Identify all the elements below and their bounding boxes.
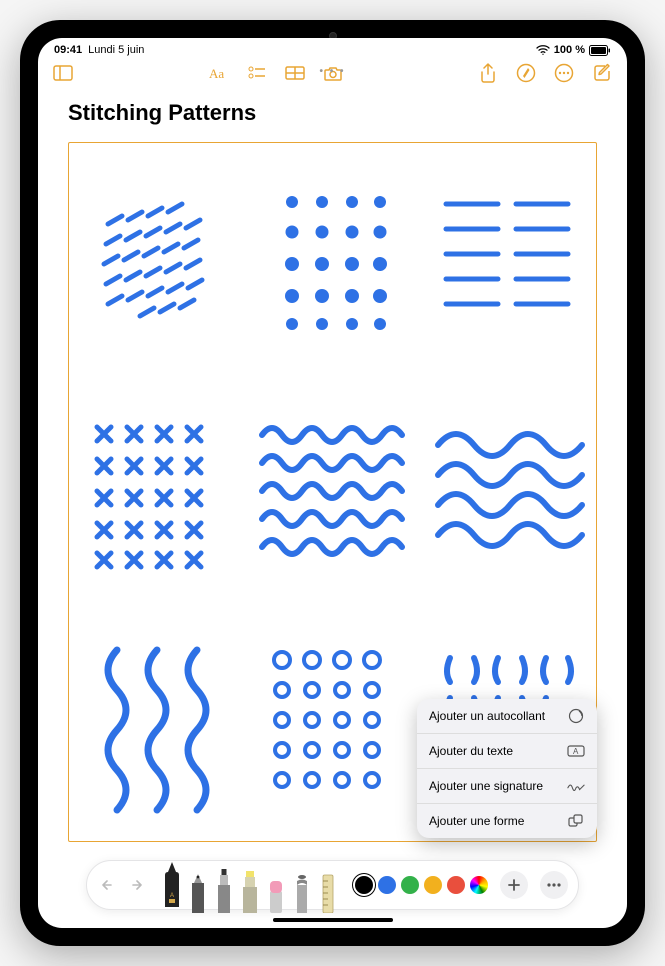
status-bar: 09:41 Lundi 5 juin • • • 100 % bbox=[38, 38, 627, 56]
color-blue[interactable] bbox=[378, 876, 396, 894]
markup-more-button[interactable] bbox=[540, 871, 568, 899]
tool-eraser[interactable] bbox=[265, 863, 287, 907]
stitch-pattern-running-lines bbox=[420, 143, 596, 376]
popover-item-label: Ajouter une signature bbox=[429, 779, 543, 793]
tool-marker[interactable] bbox=[213, 863, 235, 907]
color-black[interactable] bbox=[355, 876, 373, 894]
tool-pen[interactable]: A bbox=[161, 863, 183, 907]
more-icon[interactable] bbox=[553, 62, 575, 84]
tool-pencil[interactable] bbox=[187, 863, 209, 907]
popover-item-label: Ajouter du texte bbox=[429, 744, 513, 758]
popover-item-label: Ajouter une forme bbox=[429, 814, 524, 828]
svg-text:A: A bbox=[170, 893, 174, 899]
stitch-pattern-crosses bbox=[69, 376, 245, 609]
redo-button[interactable] bbox=[123, 873, 147, 897]
table-icon[interactable] bbox=[284, 62, 306, 84]
color-green[interactable] bbox=[401, 876, 419, 894]
popover-item-add-sticker[interactable]: Ajouter un autocollant bbox=[417, 699, 597, 734]
home-indicator[interactable] bbox=[273, 918, 393, 922]
stitch-pattern-outline-circles bbox=[245, 608, 421, 841]
popover-item-add-text[interactable]: Ajouter du texte A bbox=[417, 734, 597, 769]
text-format-icon[interactable]: Aa bbox=[208, 62, 230, 84]
markup-toolbar: A bbox=[58, 850, 607, 910]
multitask-handle-icon[interactable]: • • • bbox=[319, 66, 345, 77]
color-yellow[interactable] bbox=[424, 876, 442, 894]
stitch-pattern-dots bbox=[245, 143, 421, 376]
textbox-icon: A bbox=[567, 744, 585, 758]
stitch-pattern-loose-waves bbox=[420, 376, 596, 609]
compose-icon[interactable] bbox=[591, 62, 613, 84]
popover-item-label: Ajouter un autocollant bbox=[429, 709, 545, 723]
sticker-icon bbox=[567, 709, 585, 723]
tool-crayon[interactable] bbox=[291, 863, 313, 907]
stitch-pattern-vertical-waves bbox=[69, 608, 245, 841]
color-picker[interactable] bbox=[470, 876, 488, 894]
markup-icon[interactable] bbox=[515, 62, 537, 84]
color-swatches bbox=[355, 876, 488, 894]
tool-ruler[interactable] bbox=[317, 863, 339, 907]
undo-button[interactable] bbox=[97, 873, 121, 897]
share-icon[interactable] bbox=[477, 62, 499, 84]
battery-percent: 100 % bbox=[554, 44, 585, 56]
signature-icon bbox=[567, 779, 585, 793]
battery-icon bbox=[589, 45, 611, 56]
sidebar-toggle-icon[interactable] bbox=[52, 62, 74, 84]
stitch-pattern-zigzag bbox=[245, 376, 421, 609]
svg-text:A: A bbox=[573, 747, 579, 756]
svg-text:Aa: Aa bbox=[209, 66, 224, 81]
add-element-popover: Ajouter un autocollant Ajouter du texte … bbox=[417, 699, 597, 838]
status-date: Lundi 5 juin bbox=[88, 44, 144, 56]
add-element-button[interactable] bbox=[500, 871, 528, 899]
popover-item-add-shape[interactable]: Ajouter une forme bbox=[417, 804, 597, 838]
color-red[interactable] bbox=[447, 876, 465, 894]
popover-item-add-signature[interactable]: Ajouter une signature bbox=[417, 769, 597, 804]
checklist-icon[interactable] bbox=[246, 62, 268, 84]
note-title[interactable]: Stitching Patterns bbox=[38, 90, 627, 134]
status-time: 09:41 bbox=[54, 44, 82, 56]
shapes-icon bbox=[567, 814, 585, 828]
tool-highlighter[interactable] bbox=[239, 863, 261, 907]
wifi-icon bbox=[536, 45, 550, 55]
stitch-pattern-diagonal-dashes bbox=[69, 143, 245, 376]
